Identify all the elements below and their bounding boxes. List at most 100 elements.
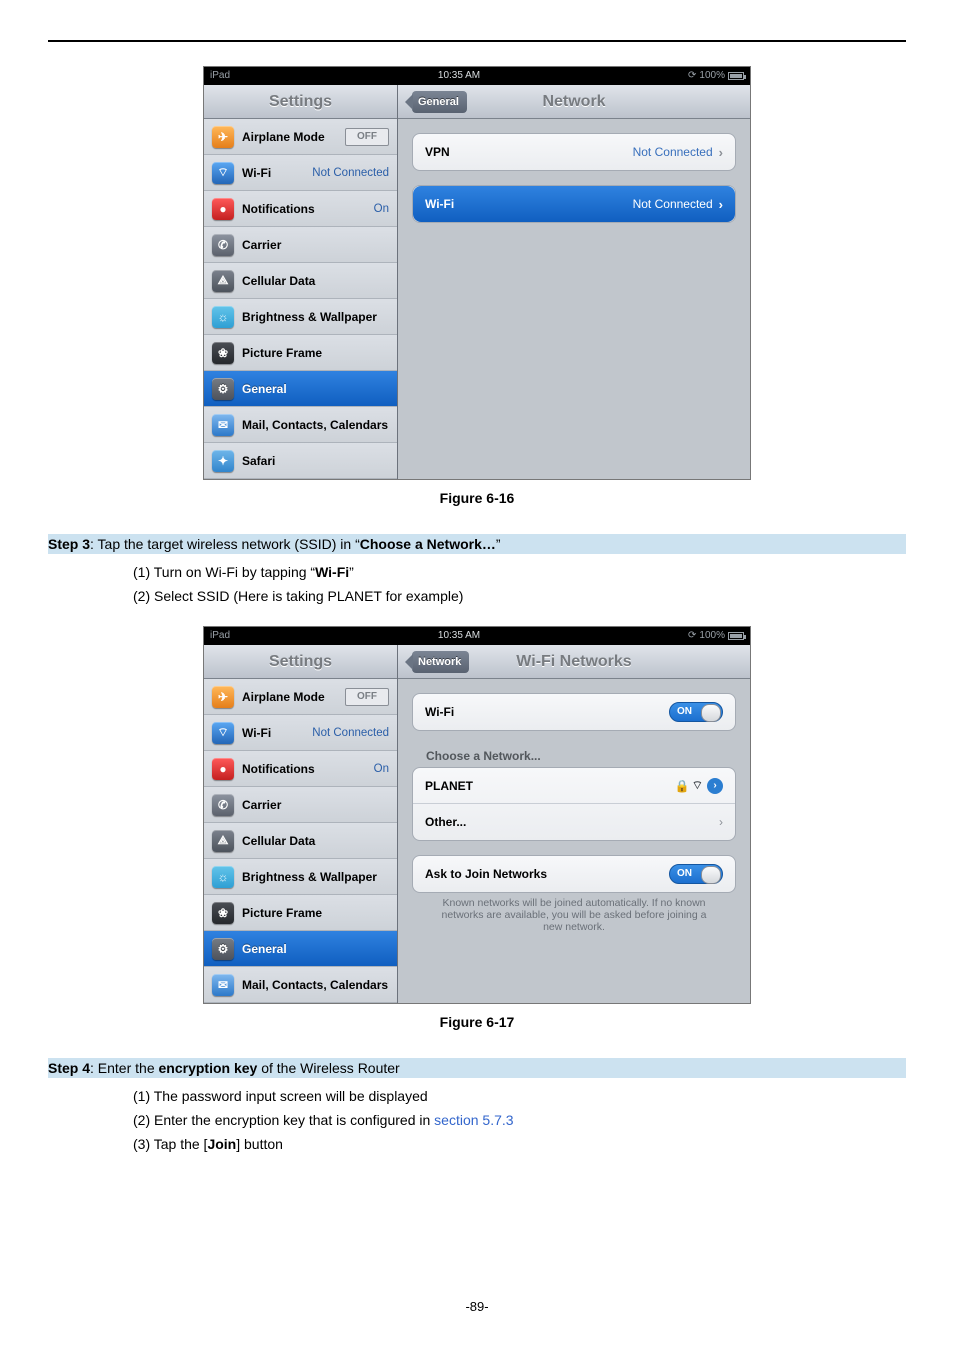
sidebar-item-carrier[interactable]: ✆ Carrier (204, 787, 397, 823)
wifi-row-value: Not Connected (633, 197, 713, 211)
notifications-label: Notifications (242, 762, 315, 776)
notifications-state: On (374, 203, 389, 215)
sidebar-item-cellular[interactable]: ⟁ Cellular Data (204, 823, 397, 859)
step-4-item-3: (3) Tap the [Join] button (133, 1132, 906, 1156)
carrier-icon: ✆ (212, 794, 234, 816)
back-button-network[interactable]: Network (412, 651, 469, 673)
wifi-label: Wi-Fi (242, 166, 271, 180)
sidebar-item-brightness[interactable]: ☼ Brightness & Wallpaper (204, 299, 397, 335)
notifications-icon: ● (212, 198, 234, 220)
mail-icon: ✉ (212, 414, 234, 436)
sidebar-item-carrier[interactable]: ✆ Carrier (204, 227, 397, 263)
vpn-value: Not Connected (633, 145, 713, 159)
notifications-icon: ● (212, 758, 234, 780)
sidebar-item-mail[interactable]: ✉ Mail, Contacts, Calendars (204, 407, 397, 443)
wifi-label: Wi-Fi (242, 726, 271, 740)
notifications-label: Notifications (242, 202, 315, 216)
step4-item2-prefix: (2) Enter the encryption key that is con… (133, 1112, 434, 1128)
chevron-right-icon: › (719, 815, 723, 829)
step-4-text-prefix: : Enter the (90, 1060, 158, 1076)
page-number: -89- (0, 1299, 954, 1314)
sidebar-item-mail[interactable]: ✉ Mail, Contacts, Calendars (204, 967, 397, 1003)
other-label: Other... (425, 815, 466, 829)
step3-item1-suffix: ” (349, 564, 354, 580)
sidebar-item-safari[interactable]: ✦ Safari (204, 443, 397, 479)
battery-icon (728, 632, 744, 640)
airplane-toggle[interactable]: OFF (345, 688, 389, 706)
figure-6-16-caption: Figure 6-16 (48, 490, 906, 506)
airplane-icon: ✈ (212, 686, 234, 708)
airplane-toggle[interactable]: OFF (345, 128, 389, 146)
carrier-label: Carrier (242, 238, 281, 252)
wifi-state: Not Connected (312, 167, 389, 179)
step-3-label: Step 3 (48, 536, 90, 552)
battery-icon (728, 72, 744, 80)
step-3-line: Step 3: Tap the target wireless network … (48, 534, 906, 554)
settings-title: Settings (204, 85, 397, 119)
wifi-row-label: Wi-Fi (425, 197, 454, 211)
sidebar-item-general[interactable]: ⚙ General (204, 931, 397, 967)
network-row-vpn[interactable]: VPN Not Connected › (413, 134, 735, 170)
back-button-general[interactable]: General (412, 91, 467, 113)
sidebar-item-general[interactable]: ⚙ General (204, 371, 397, 407)
choose-network-header: Choose a Network... (412, 745, 736, 767)
general-label: General (242, 382, 287, 396)
settings-sidebar: Settings ✈ Airplane Mode OFF ⌔ Wi-Fi Not… (204, 85, 398, 479)
ask-join-row[interactable]: Ask to Join Networks ON (413, 856, 735, 892)
step-4-line: Step 4: Enter the encryption key of the … (48, 1058, 906, 1078)
status-bar: iPad 10:35 AM ⟳ 100% (204, 67, 750, 85)
status-ipad: iPad (210, 627, 230, 645)
carrier-icon: ✆ (212, 234, 234, 256)
status-ipad: iPad (210, 67, 230, 85)
airplane-icon: ✈ (212, 126, 234, 148)
general-label: General (242, 942, 287, 956)
battery-percent: 100% (699, 67, 725, 85)
wifi-toggle-row[interactable]: Wi-Fi ON (413, 694, 735, 730)
ask-join-switch[interactable]: ON (669, 864, 723, 884)
sidebar-item-wifi[interactable]: ⌔ Wi-Fi Not Connected (204, 715, 397, 751)
top-divider (48, 40, 906, 42)
step4-item3-prefix: (3) Tap the [ (133, 1136, 207, 1152)
disclosure-icon[interactable]: › (707, 778, 723, 794)
sidebar-item-brightness[interactable]: ☼ Brightness & Wallpaper (204, 859, 397, 895)
airplane-label: Airplane Mode (242, 130, 325, 144)
sidebar-item-picture-frame[interactable]: ❀ Picture Frame (204, 895, 397, 931)
step-4-bold: encryption key (159, 1060, 258, 1076)
figure-6-17-screenshot: iPad 10:35 AM ⟳ 100% Settings ✈ Airplane… (203, 626, 751, 1004)
network-row-planet[interactable]: PLANET 🔒 ⌔ › (413, 768, 735, 804)
sidebar-item-cellular[interactable]: ⟁ Cellular Data (204, 263, 397, 299)
network-row-other[interactable]: Other... › (413, 804, 735, 840)
lock-icon: 🔒 (675, 779, 690, 793)
sidebar-item-airplane[interactable]: ✈ Airplane Mode OFF (204, 119, 397, 155)
step-3-text-prefix: : Tap the target wireless network (SSID)… (90, 536, 360, 552)
step-3-sublist: (1) Turn on Wi-Fi by tapping “Wi-Fi” (2)… (48, 560, 906, 608)
figure-6-16-screenshot: iPad 10:35 AM ⟳ 100% Settings ✈ Airplane… (203, 66, 751, 480)
picture-frame-label: Picture Frame (242, 906, 322, 920)
step-4-text-suffix: of the Wireless Router (257, 1060, 399, 1076)
wifi-icon: ⌔ (212, 162, 234, 184)
step-4-item-1: (1) The password input screen will be di… (133, 1084, 906, 1108)
cellular-label: Cellular Data (242, 274, 315, 288)
step-4-sublist: (1) The password input screen will be di… (48, 1084, 906, 1156)
step-3-bold: Choose a Network… (360, 536, 496, 552)
network-row-wifi[interactable]: Wi-Fi Not Connected › (413, 186, 735, 222)
cellular-label: Cellular Data (242, 834, 315, 848)
sidebar-item-notifications[interactable]: ● Notifications On (204, 191, 397, 227)
sidebar-item-wifi[interactable]: ⌔ Wi-Fi Not Connected (204, 155, 397, 191)
figure-6-17-caption: Figure 6-17 (48, 1014, 906, 1030)
sidebar-item-notifications[interactable]: ● Notifications On (204, 751, 397, 787)
step4-item3-bold: Join (207, 1136, 236, 1152)
sidebar-item-airplane[interactable]: ✈ Airplane Mode OFF (204, 679, 397, 715)
step3-item1-bold: Wi-Fi (315, 564, 349, 580)
ask-join-note: Known networks will be joined automatica… (412, 893, 736, 933)
section-5-7-3-link[interactable]: section 5.7.3 (434, 1112, 513, 1128)
wifi-switch[interactable]: ON (669, 702, 723, 722)
step-4-item-2: (2) Enter the encryption key that is con… (133, 1108, 906, 1132)
sidebar-item-picture-frame[interactable]: ❀ Picture Frame (204, 335, 397, 371)
chevron-right-icon: › (719, 197, 723, 212)
step-4-label: Step 4 (48, 1060, 90, 1076)
vpn-label: VPN (425, 145, 450, 159)
orientation-lock-icon: ⟳ (688, 67, 696, 85)
detail-panel: Network General VPN Not Connected › (398, 85, 750, 479)
general-icon: ⚙ (212, 378, 234, 400)
